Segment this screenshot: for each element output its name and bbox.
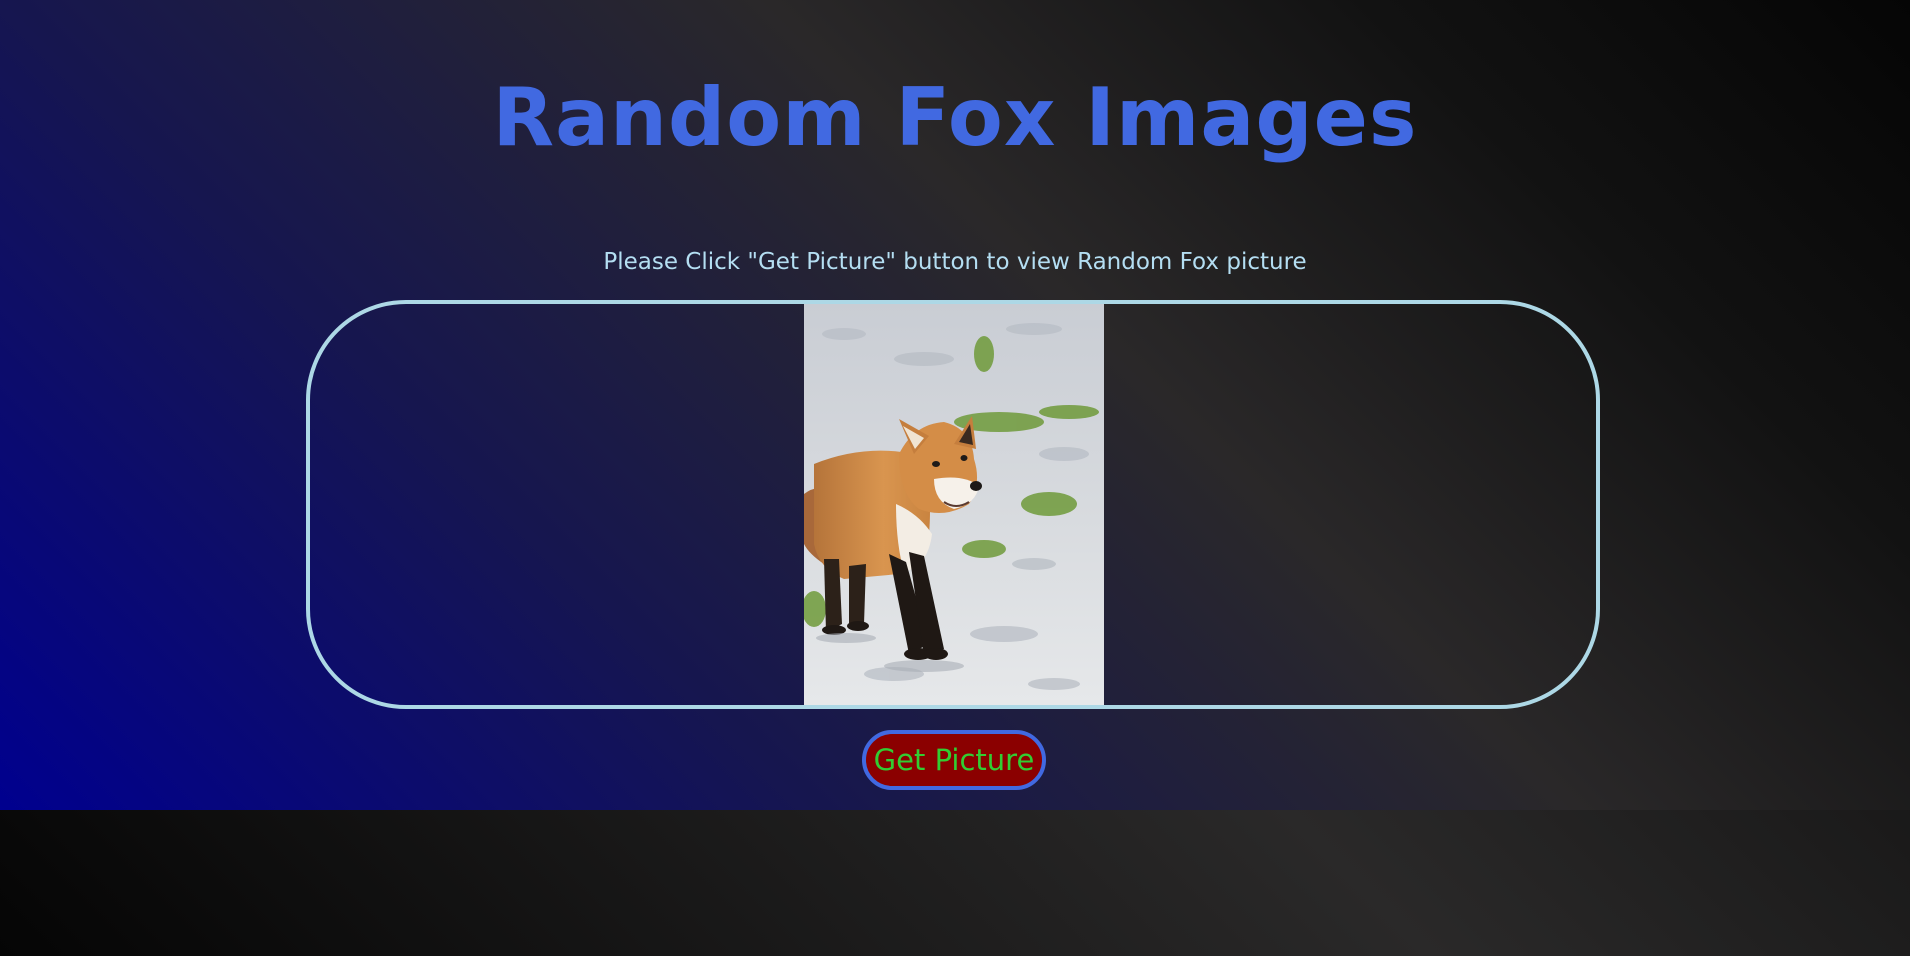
- image-frame: [306, 300, 1600, 709]
- fox-image: [804, 304, 1104, 705]
- hero-section: Random Fox Images Please Click "Get Pict…: [0, 0, 1910, 810]
- get-picture-button[interactable]: Get Picture: [862, 730, 1046, 790]
- page-title: Random Fox Images: [492, 71, 1418, 164]
- instruction-text: Please Click "Get Picture" button to vie…: [603, 249, 1307, 275]
